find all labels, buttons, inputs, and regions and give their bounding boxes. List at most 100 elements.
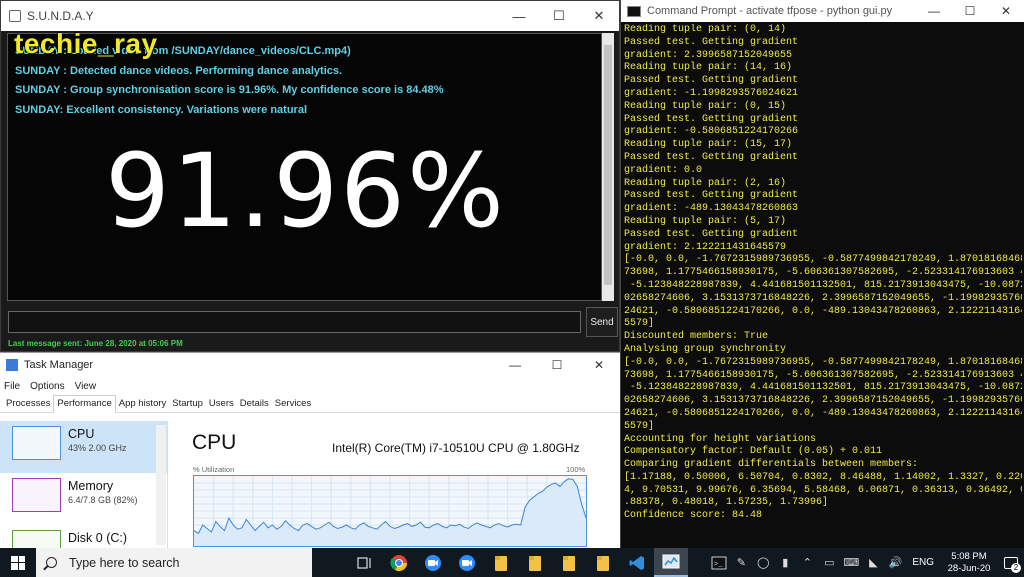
cmd-output-line: -5.123848228987839, 4.441681501132501, 8… — [624, 382, 1022, 394]
tab-startup[interactable]: Startup — [169, 398, 206, 412]
cmd-window-title: Command Prompt - activate tfpose - pytho… — [647, 5, 893, 17]
tab-app-history[interactable]: App history — [116, 398, 170, 412]
cmd-output-line: Reading tuple pair: (2, 16) — [624, 177, 787, 189]
menu-file[interactable]: File — [4, 381, 20, 392]
cmd-output-line: gradient: 0.0 — [624, 164, 703, 176]
cmd-output-line: Passed test. Getting gradient — [624, 228, 799, 240]
tab-users[interactable]: Users — [206, 398, 237, 412]
close-icon[interactable]: ✕ — [578, 353, 620, 377]
notification-count: 2 — [1011, 563, 1021, 573]
cpu-panel-title: CPU — [192, 431, 237, 454]
keyboard-icon[interactable]: ⌨ — [840, 548, 862, 577]
resource-cpu[interactable]: CPU 43% 2.00 GHz — [0, 421, 167, 473]
sync-score-display: 91.96% — [105, 132, 506, 251]
sunday-output-area[interactable]: SUNDAY : Loaded video from /SUNDAY/dance… — [7, 33, 602, 301]
cmd-output-line: 02658274606, 3.1531373716848226, 2.39965… — [624, 395, 1022, 407]
menu-view[interactable]: View — [75, 381, 97, 392]
language-indicator[interactable]: ENG — [912, 557, 934, 568]
tm-titlebar[interactable]: Task Manager — ☐ ✕ — [0, 353, 620, 377]
zoom-meeting-icon[interactable] — [450, 548, 484, 577]
cmd-output-line: Passed test. Getting gradient — [624, 75, 799, 87]
cmd-output-line: Confidence score: 84.48 — [624, 510, 763, 522]
last-message-status: Last message sent: June 28, 2020 at 05:0… — [8, 339, 183, 348]
cmd-output-line: 02658274606, 3.1531373716848226, 2.39965… — [624, 292, 1022, 304]
sunday-titlebar[interactable]: S.U.N.D.A.Y — ☐ ✕ — [1, 1, 619, 31]
cmd-output-line: .88378, 0.48018, 1.57235, 1.73996] — [624, 497, 829, 509]
pen-icon[interactable]: ✎ — [730, 548, 752, 577]
clock-date: 28-Jun-20 — [947, 562, 991, 574]
notification-center-button[interactable]: 2 — [998, 548, 1024, 577]
cmd-icon — [627, 5, 641, 17]
zoom-icon[interactable] — [416, 548, 450, 577]
cmd-output-line: Comparing gradient differentials between… — [624, 459, 919, 471]
resource-name: CPU — [68, 427, 95, 441]
folder-icon[interactable] — [586, 548, 620, 577]
volume-icon[interactable]: 🔊 — [884, 548, 906, 577]
maximize-icon[interactable]: ☐ — [536, 353, 578, 377]
task-manager-taskbar-icon[interactable] — [654, 548, 688, 577]
taskbar: Type here to search >_ ✎ ◯ ▮ ⌃ ▭ ⌨ ◣ 🔊 E… — [0, 548, 1024, 577]
sunday-scrollbar[interactable] — [602, 33, 614, 301]
maximize-icon[interactable]: ☐ — [952, 0, 988, 22]
resource-name: Disk 0 (C:) — [68, 531, 128, 545]
minimize-icon[interactable]: — — [916, 0, 952, 22]
utilization-max-label: 100% — [566, 465, 586, 474]
task-manager-window: Task Manager — ☐ ✕ File Options View Pro… — [0, 352, 620, 548]
resource-name: Memory — [68, 479, 114, 493]
sunday-window-title: S.U.N.D.A.Y — [27, 9, 94, 23]
send-button[interactable]: Send — [586, 307, 618, 337]
minimize-icon[interactable]: — — [494, 353, 536, 377]
chrome-icon[interactable] — [382, 548, 416, 577]
resource-list: CPU 43% 2.00 GHz Memory 6.4/7.8 GB (82%)… — [0, 421, 168, 548]
start-button[interactable] — [0, 548, 36, 577]
clock[interactable]: 5:08 PM 28-Jun-20 — [940, 551, 998, 575]
cmd-output-line: [-0.0, 0.0, -1.7672315989736955, -0.5877… — [624, 356, 1022, 368]
scrollbar-thumb[interactable] — [604, 45, 612, 285]
maximize-icon[interactable]: ☐ — [539, 1, 579, 31]
battery-icon[interactable]: ▭ — [818, 548, 840, 577]
folder-icon[interactable] — [484, 548, 518, 577]
cmd-output[interactable]: Reading tuple pair: (0, 14) Passed test. … — [624, 24, 1022, 523]
cmd-tray-icon[interactable]: >_ — [708, 548, 730, 577]
message-input[interactable] — [8, 311, 581, 333]
menu-options[interactable]: Options — [30, 381, 64, 392]
usb-icon[interactable]: ▮ — [774, 548, 796, 577]
resource-list-scrollbar[interactable] — [156, 425, 166, 545]
tab-performance[interactable]: Performance — [53, 395, 116, 413]
tm-menubar: File Options View — [0, 377, 620, 395]
cmd-titlebar[interactable]: Command Prompt - activate tfpose - pytho… — [621, 0, 1024, 22]
vscode-icon[interactable] — [620, 548, 654, 577]
cmd-output-line: Compensatory factor: Default (0.05) + 0.… — [624, 446, 883, 458]
tab-services[interactable]: Services — [272, 398, 314, 412]
svg-text:>_: >_ — [714, 561, 723, 569]
sunday-log-line: SUNDAY : Group synchronisation score is … — [15, 84, 444, 96]
sunday-log-line: SUNDAY: Excellent consistency. Variation… — [15, 103, 308, 116]
cmd-output-line: Passed test. Getting gradient — [624, 151, 799, 163]
folder-icon[interactable] — [552, 548, 586, 577]
cmd-output-line: Reading tuple pair: (14, 16) — [624, 62, 793, 74]
utilization-label: % Utilization — [193, 465, 235, 474]
cpu-detail-panel: CPU Intel(R) Core(TM) i7-10510U CPU @ 1.… — [180, 421, 620, 548]
cmd-output-line: 24621, -0.5806851224170266, 0.0, -489.13… — [624, 407, 1022, 419]
minimize-icon[interactable]: — — [499, 1, 539, 31]
cmd-output-line: Passed test. Getting gradient — [624, 190, 799, 202]
wifi-icon[interactable]: ◣ — [862, 548, 884, 577]
close-icon[interactable]: ✕ — [988, 0, 1024, 22]
system-tray: >_ ✎ ◯ ▮ ⌃ ▭ ⌨ ◣ 🔊 ENG 5:08 PM 28-Jun-20… — [708, 548, 1024, 577]
watermark-text: techie_ray — [14, 28, 158, 59]
tm-window-title: Task Manager — [24, 359, 94, 371]
tab-details[interactable]: Details — [237, 398, 272, 412]
network-icon[interactable]: ◯ — [752, 548, 774, 577]
cmd-output-line: 24621, -0.5806851224170266, 0.0, -489.13… — [624, 305, 1022, 317]
resource-value: 6.4/7.8 GB (82%) — [68, 495, 138, 505]
cmd-output-line: 73698, 1.1775466158930175, -5.6063613075… — [624, 267, 1022, 279]
resource-memory[interactable]: Memory 6.4/7.8 GB (82%) — [0, 473, 167, 525]
close-icon[interactable]: ✕ — [579, 1, 619, 31]
chevron-up-icon[interactable]: ⌃ — [796, 548, 818, 577]
task-view-icon[interactable] — [348, 548, 382, 577]
taskbar-search[interactable]: Type here to search — [36, 548, 312, 577]
cmd-output-line: gradient: 2.3996587152049655 — [624, 49, 793, 61]
tab-processes[interactable]: Processes — [3, 398, 53, 412]
resource-disk[interactable]: Disk 0 (C:) — [0, 525, 167, 548]
folder-icon[interactable] — [518, 548, 552, 577]
